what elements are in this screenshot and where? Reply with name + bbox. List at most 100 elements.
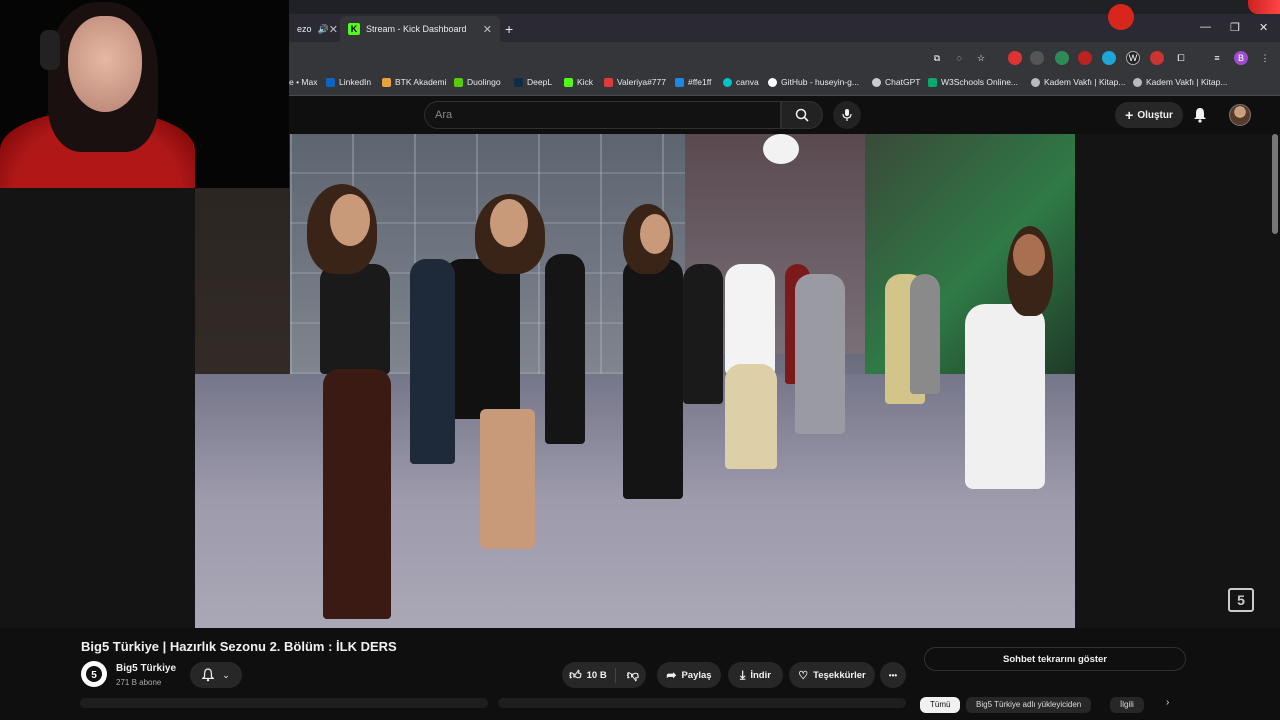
headset-icon: [40, 30, 60, 70]
dancer-head: [330, 194, 370, 246]
cast-icon[interactable]: ⧉: [930, 51, 944, 65]
instructor-figure: [965, 304, 1045, 489]
bookmark-item[interactable]: W3Schools Online...: [928, 77, 1018, 87]
channel-avatar[interactable]: 5: [81, 661, 107, 687]
extension-icon[interactable]: [1008, 51, 1022, 65]
bookmark-item[interactable]: DeepL: [514, 77, 552, 87]
dancer-figure: [445, 259, 520, 419]
globe-icon: [1133, 77, 1142, 87]
tab-search-icon[interactable]: ≡: [1210, 51, 1224, 65]
description-box[interactable]: [498, 698, 906, 708]
show-chat-replay-button[interactable]: Sohbet tekrarını göster: [924, 647, 1186, 671]
dancer-figure: [320, 264, 390, 374]
tab-previous[interactable]: ezo 🔊 ✕: [289, 16, 339, 42]
brand-logo-icon: [1108, 4, 1134, 30]
bookmark-item[interactable]: ChatGPT: [872, 77, 920, 87]
like-count: 10 B: [586, 669, 607, 681]
extension-icon[interactable]: W: [1126, 51, 1140, 65]
chip-all[interactable]: Tümü: [920, 697, 961, 713]
thanks-button[interactable]: ♡ Teşekkürler: [789, 662, 875, 688]
shield-icon[interactable]: [1030, 51, 1044, 65]
kick-logo-icon: K: [348, 23, 360, 35]
search-icon: [795, 108, 809, 122]
restore-icon[interactable]: ❐: [1230, 21, 1240, 34]
description-box[interactable]: [80, 698, 488, 708]
chip-from-uploader[interactable]: Big5 Türkiye adlı yükleyiciden: [966, 697, 1092, 713]
svg-text:5: 5: [91, 670, 97, 681]
search-button[interactable]: [781, 101, 823, 129]
tab-label: ezo: [297, 24, 312, 34]
subscriber-count: 271 B abone: [116, 678, 162, 687]
dancer-legs: [725, 364, 777, 469]
search-input[interactable]: Ara: [424, 101, 781, 129]
extension-icon[interactable]: [1102, 51, 1116, 65]
extension-icon[interactable]: [1055, 51, 1069, 65]
duolingo-icon: [454, 77, 463, 87]
chatgpt-icon: [872, 77, 881, 87]
close-tab-icon[interactable]: ✕: [329, 23, 338, 36]
dancer-figure: [623, 259, 683, 499]
bookmark-item[interactable]: Kick: [564, 77, 593, 87]
chevron-down-icon: ⌄: [222, 669, 230, 680]
like-dislike-group: 👍︎ 10 B 👎︎: [562, 662, 646, 688]
dancer-figure: [545, 254, 585, 444]
create-button[interactable]: + Oluştur: [1115, 102, 1183, 128]
window-close-icon[interactable]: ✕: [1259, 21, 1268, 34]
profile-avatar[interactable]: B: [1234, 51, 1248, 65]
subscription-bell-button[interactable]: ⌄: [190, 662, 242, 688]
bookmark-item[interactable]: Valeriya#777: [604, 77, 666, 87]
chip-related[interactable]: İlgili: [1110, 697, 1144, 713]
menu-icon[interactable]: ⋮: [1258, 51, 1272, 65]
dancer-figure: [910, 274, 940, 394]
dislike-button[interactable]: 👎︎: [621, 668, 639, 683]
dancer-figure: [683, 264, 723, 404]
bookmark-star-icon[interactable]: ☆: [974, 51, 988, 65]
plus-icon: +: [1125, 107, 1134, 123]
bookmark-item[interactable]: LinkedIn: [326, 77, 371, 87]
bookmark-item[interactable]: Duolingo: [454, 77, 501, 87]
notifications-button[interactable]: [1190, 105, 1210, 125]
channel-watermark[interactable]: 5: [1228, 588, 1254, 612]
bookmark-item[interactable]: e • Max: [289, 77, 317, 87]
close-tab-icon[interactable]: ✕: [483, 23, 492, 36]
hide-icon[interactable]: ◌: [952, 51, 966, 65]
bookmark-item[interactable]: GitHub - huseyin-g...: [768, 77, 859, 87]
chip-scroll-right-icon[interactable]: ›: [1166, 697, 1169, 708]
bookmark-item[interactable]: Kadem Vakfı | Kitap...: [1031, 77, 1125, 87]
kick-icon: [564, 77, 573, 87]
dancer-legs: [480, 409, 535, 549]
voice-search-button[interactable]: [833, 101, 861, 129]
channel-logo-icon: 5: [86, 666, 102, 682]
dancer-head: [490, 199, 528, 247]
studio-light: [763, 134, 799, 164]
bookmark-item[interactable]: BTK Akademi: [382, 77, 447, 87]
bell-icon: [1194, 108, 1206, 123]
share-button[interactable]: ➦ Paylaş: [657, 662, 721, 688]
extension-icon[interactable]: [1150, 51, 1164, 65]
video-player[interactable]: [195, 134, 1075, 628]
share-label: Paylaş: [681, 669, 712, 681]
dancer-figure: [323, 369, 391, 619]
microphone-icon: [842, 109, 852, 121]
video-title: Big5 Türkiye | Hazırlık Sezonu 2. Bölüm …: [81, 639, 397, 654]
puzzle-icon[interactable]: ⧠: [1174, 51, 1188, 65]
minimize-icon[interactable]: —: [1200, 21, 1211, 33]
channel-name[interactable]: Big5 Türkiye: [116, 663, 176, 674]
dancer-figure: [795, 274, 845, 434]
left-margin: [0, 188, 195, 628]
tab-kick-dashboard[interactable]: K Stream - Kick Dashboard ✕: [340, 16, 500, 42]
tab-label: Stream - Kick Dashboard: [366, 24, 467, 34]
extension-icon[interactable]: [1078, 51, 1092, 65]
account-avatar[interactable]: [1229, 104, 1251, 126]
canva-icon: [723, 77, 732, 87]
page-scrollbar[interactable]: [1272, 134, 1278, 234]
bookmark-item[interactable]: canva: [723, 77, 759, 87]
btk-icon: [382, 77, 391, 87]
like-button[interactable]: 👍︎ 10 B: [569, 667, 616, 683]
bookmark-item[interactable]: Kadem Vakfı | Kitap...: [1133, 77, 1227, 87]
dancer-figure: [725, 264, 775, 374]
bookmark-item[interactable]: #ffe1ff: [675, 77, 711, 87]
more-actions-button[interactable]: •••: [880, 662, 906, 688]
new-tab-button[interactable]: +: [505, 21, 513, 37]
download-button[interactable]: ⤓ İndir: [728, 662, 783, 688]
